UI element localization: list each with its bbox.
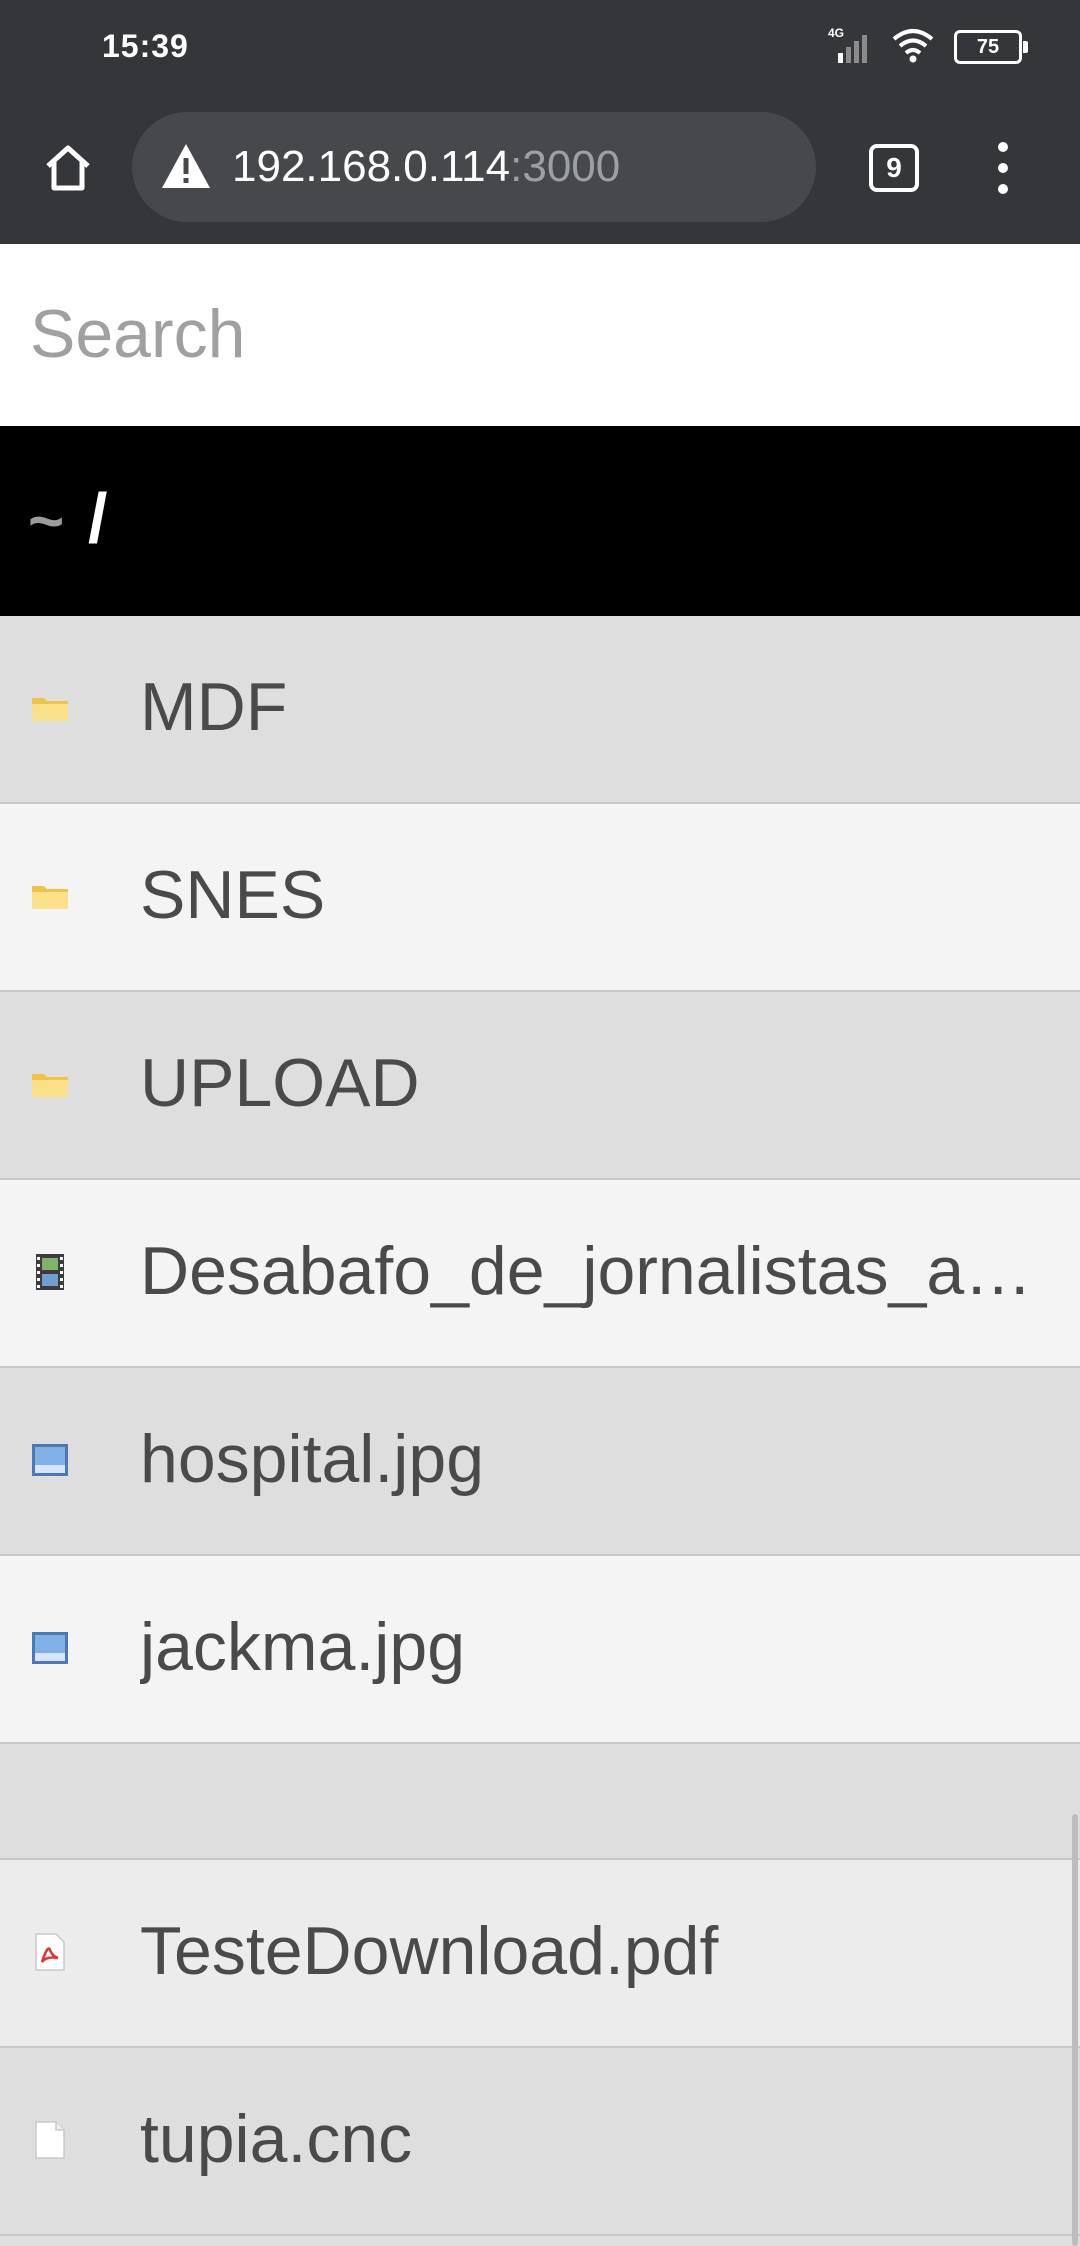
breadcrumb-home[interactable]: ~ [28, 486, 64, 557]
status-bar: 15:39 4G 75 [0, 0, 1080, 96]
file-name: TesteDownload.pdf [140, 1913, 719, 1989]
battery-icon: 75 [954, 30, 1028, 64]
menu-dot [998, 184, 1008, 195]
folder-icon [32, 1074, 68, 1097]
battery-level: 75 [976, 35, 1000, 58]
file-row[interactable]: SNES [0, 804, 1080, 992]
pdf-icon [35, 1933, 65, 1971]
breadcrumb: ~ / [0, 426, 1080, 616]
file-name: UPLOAD [140, 1045, 420, 1121]
file-name: SNES [140, 857, 326, 933]
file-row[interactable]: UPLOAD [0, 992, 1080, 1180]
folder-icon [32, 886, 68, 909]
menu-dot [998, 141, 1008, 152]
tab-switcher-button[interactable]: 9 [868, 142, 920, 194]
menu-dot [998, 162, 1008, 173]
url-port: :3000 [510, 142, 621, 191]
status-icons: 4G 75 [826, 22, 1028, 72]
url-text[interactable]: 192.168.0.114:3000 [232, 142, 620, 192]
image-icon [32, 1632, 68, 1664]
file-row-partial[interactable] [0, 1744, 1080, 1860]
image-icon [32, 1444, 68, 1476]
search-input[interactable] [28, 288, 1052, 380]
file-row[interactable]: tupia.cnc [0, 2048, 1080, 2236]
browser-toolbar: 192.168.0.114:3000 9 [0, 96, 1080, 244]
folder-icon [32, 698, 68, 721]
file-row[interactable]: hospital.jpg [0, 1368, 1080, 1556]
file-row[interactable]: Desabafo_de_jornalistas_a… [0, 1180, 1080, 1368]
breadcrumb-root[interactable]: / [88, 478, 107, 558]
signal-icon: 4G [826, 25, 872, 70]
file-name: hospital.jpg [140, 1421, 485, 1497]
tab-count: 9 [869, 144, 919, 192]
overflow-menu-button[interactable] [980, 136, 1026, 200]
home-icon [46, 145, 90, 191]
wifi-icon [890, 25, 936, 70]
url-host: 192.168.0.114 [232, 142, 511, 191]
search-container [0, 244, 1080, 428]
status-time: 15:39 [102, 28, 189, 64]
file-icon [35, 2121, 65, 2159]
file-name: tupia.cnc [140, 2101, 413, 2177]
file-row[interactable]: TesteDownload.pdf [0, 1860, 1080, 2048]
file-name: jackma.jpg [140, 1609, 466, 1685]
warning-icon[interactable] [158, 138, 214, 194]
video-icon [36, 1254, 64, 1290]
address-bar[interactable]: 192.168.0.114:3000 [132, 112, 816, 222]
file-row[interactable]: jackma.jpg [0, 1556, 1080, 1744]
file-row[interactable]: MDF [0, 616, 1080, 804]
scrollbar[interactable] [1072, 1814, 1078, 2246]
network-type-label: 4G [828, 26, 844, 40]
home-button[interactable] [30, 130, 106, 206]
file-name: MDF [140, 669, 288, 745]
file-name: Desabafo_de_jornalistas_a… [140, 1233, 1033, 1309]
